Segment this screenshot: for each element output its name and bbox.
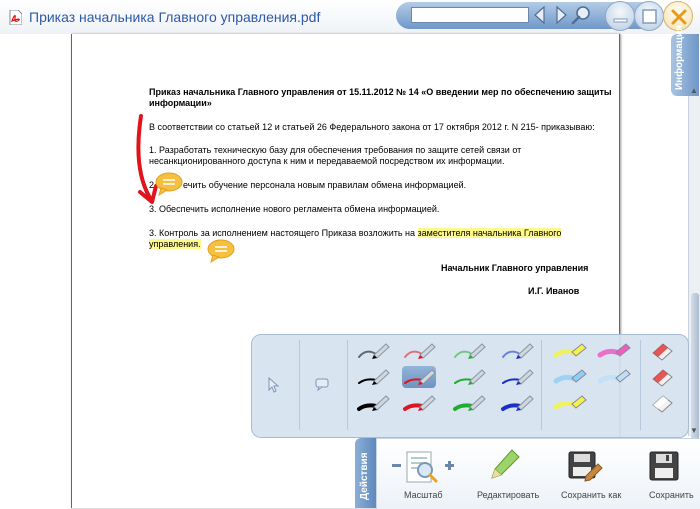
pdf-icon <box>9 10 22 25</box>
eraser-icon[interactable] <box>645 392 679 414</box>
maximize-button[interactable] <box>634 1 664 31</box>
actions-tab[interactable]: Действия <box>355 438 377 508</box>
scrollbar[interactable] <box>688 96 700 463</box>
cursor-tool-icon[interactable] <box>266 376 282 394</box>
palette-divider <box>299 340 300 430</box>
pen-icon[interactable] <box>402 366 436 388</box>
pen-icon[interactable] <box>452 340 486 362</box>
search-icon[interactable] <box>570 4 594 26</box>
info-tab-label: Информация <box>674 25 685 90</box>
pen-icon[interactable] <box>452 366 486 388</box>
save-icon[interactable] <box>648 450 680 482</box>
signature-title: Начальник Главного управления <box>441 263 589 273</box>
eraser-icon[interactable] <box>645 366 679 388</box>
pen-icon[interactable] <box>402 392 436 414</box>
highlighted-text-cont[interactable]: управления. <box>149 239 201 249</box>
document-item-4-cont: управления. <box>149 239 201 250</box>
document-item-1: 1. Разработать техническую базу для обес… <box>149 145 522 155</box>
pen-icon[interactable] <box>500 392 534 414</box>
pen-icon[interactable] <box>500 340 534 362</box>
marker-icon[interactable] <box>597 340 631 362</box>
minimize-button[interactable] <box>605 1 635 31</box>
edit-icon[interactable] <box>485 448 521 484</box>
palette-divider <box>347 340 348 430</box>
save-as-icon[interactable] <box>567 450 603 484</box>
highlighted-text[interactable]: заместителя начальника Главного <box>417 228 562 238</box>
pen-icon[interactable] <box>356 392 390 414</box>
actions-tab-label: Действия <box>359 452 370 500</box>
comment-tool-icon[interactable] <box>314 377 330 391</box>
document-heading-cont: информации» <box>149 98 212 108</box>
next-icon[interactable] <box>551 4 571 26</box>
pen-icon[interactable] <box>356 366 390 388</box>
document-item-4: 3. Контроль за исполнением настоящего Пр… <box>149 228 562 239</box>
document-intro: В соответствии со статьей 12 и статьей 2… <box>149 122 595 132</box>
prev-icon[interactable] <box>530 4 550 26</box>
document-item-3: 3. Обеспечить исполнение нового регламен… <box>149 204 440 214</box>
document-heading: Приказ начальника Главного управления от… <box>149 87 612 97</box>
marker-icon[interactable] <box>597 366 631 388</box>
note-icon[interactable] <box>155 172 183 196</box>
zoom-icon[interactable] <box>389 446 459 486</box>
note-icon[interactable] <box>207 239 235 263</box>
marker-icon[interactable] <box>553 392 587 414</box>
document-item-1-cont: несанкционированного доступа к ним и пер… <box>149 156 505 166</box>
zoom-label: Масштаб <box>404 490 443 500</box>
document-item-4-text: 3. Контроль за исполнением настоящего Пр… <box>149 228 418 238</box>
pen-icon[interactable] <box>356 340 390 362</box>
signature-name: И.Г. Иванов <box>528 286 580 296</box>
marker-icon[interactable] <box>553 340 587 362</box>
marker-icon[interactable] <box>553 366 587 388</box>
pen-icon[interactable] <box>402 340 436 362</box>
arrow-annotation-icon[interactable] <box>128 112 168 212</box>
save-button[interactable]: Сохранить <box>649 490 694 500</box>
edit-button[interactable]: Редактировать <box>477 490 539 500</box>
palette-divider <box>640 340 641 430</box>
window-title: Приказ начальника Главного управления.pd… <box>29 9 321 25</box>
scroll-up-button[interactable]: ▲ <box>689 86 699 96</box>
document-item-2: ечить обучение персонала новым правилам … <box>183 180 467 190</box>
maximize-icon <box>642 9 657 24</box>
search-input[interactable] <box>411 7 529 23</box>
pen-icon[interactable] <box>452 392 486 414</box>
minimize-icon <box>613 18 628 23</box>
scroll-down-button[interactable]: ▼ <box>689 426 699 436</box>
pen-icon[interactable] <box>500 366 534 388</box>
palette-divider <box>541 340 542 430</box>
eraser-icon[interactable] <box>645 340 679 362</box>
save-as-button[interactable]: Сохранить как <box>561 490 621 500</box>
